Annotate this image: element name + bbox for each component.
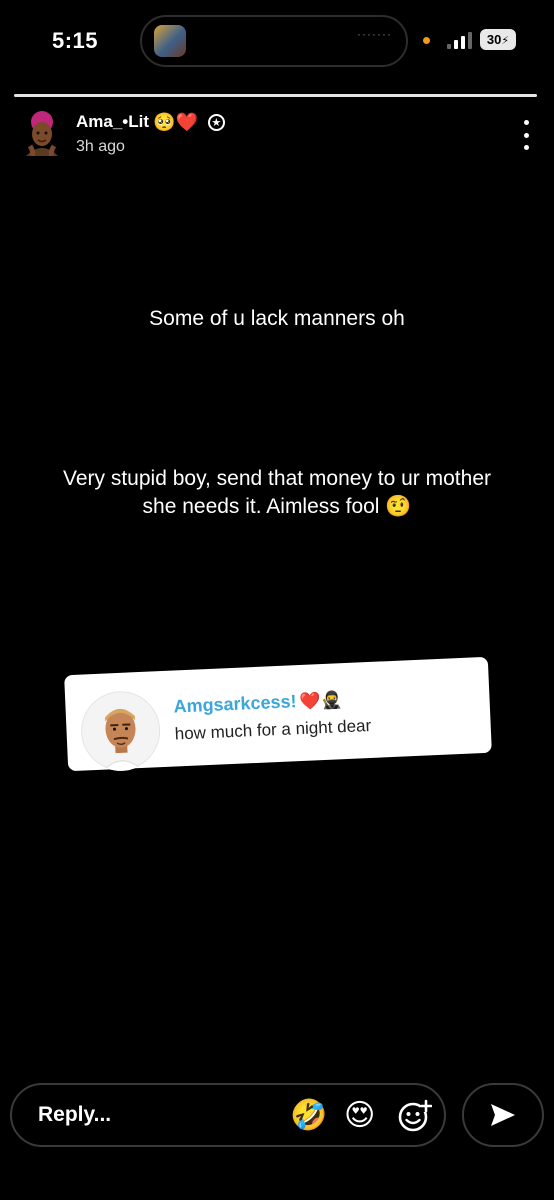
more-dot-icon bbox=[523, 120, 529, 125]
reply-input[interactable]: Reply... bbox=[38, 1103, 111, 1127]
poster-avatar[interactable] bbox=[20, 110, 64, 158]
rofl-emoji-icon: 🤣 bbox=[290, 1099, 328, 1132]
story-viewer: 5:15 ······· 30⚡ Ama_•Lit 🥺❤️ ★ 3h ago S… bbox=[0, 0, 554, 1200]
story-progress-fill bbox=[14, 94, 537, 97]
reply-author-emojis: ❤️🥷 bbox=[299, 689, 343, 711]
signal-icon bbox=[447, 29, 475, 49]
quoted-reply-card: Amgsarkcess! ❤️🥷 how much for a night de… bbox=[64, 656, 492, 773]
reply-author-name-row: Amgsarkcess! ❤️🥷 bbox=[173, 689, 342, 717]
poster-username: Ama_•Lit bbox=[76, 112, 150, 131]
send-arrow-icon bbox=[491, 1104, 515, 1126]
raised-eyebrow-emoji-icon: 🤨 bbox=[385, 495, 412, 518]
mic-indicator-icon bbox=[423, 37, 430, 44]
story-caption-2-line-2: she needs it. Aimless fool 🤨 bbox=[0, 493, 554, 521]
poster-name-row[interactable]: Ama_•Lit 🥺❤️ ★ bbox=[76, 112, 225, 132]
story-caption-2-line-1: Very stupid boy, send that money to ur m… bbox=[62, 467, 491, 490]
now-playing-thumbnail bbox=[154, 25, 186, 57]
heart-eyes-emoji-button[interactable]: 😍 bbox=[344, 1098, 380, 1134]
status-time: 5:15 bbox=[52, 28, 99, 53]
star-badge-icon: ★ bbox=[207, 113, 225, 131]
reply-bar[interactable]: Reply... 🤣 😍 bbox=[10, 1083, 446, 1147]
heart-eyes-emoji-icon: 😍 bbox=[344, 1099, 376, 1132]
story-caption-2: Very stupid boy, send that money to ur m… bbox=[0, 465, 554, 521]
more-options-button[interactable] bbox=[520, 120, 532, 150]
post-timestamp: 3h ago bbox=[76, 138, 125, 155]
story-caption-1: Some of u lack manners oh bbox=[149, 307, 405, 330]
island-dots: ······· bbox=[357, 27, 392, 41]
battery-icon: 30⚡ bbox=[480, 29, 516, 50]
send-button[interactable] bbox=[462, 1083, 544, 1147]
more-dot-icon bbox=[523, 145, 529, 150]
reply-author-avatar bbox=[78, 689, 163, 773]
reply-message: how much for a night dear bbox=[174, 715, 372, 744]
story-caption-2-line-2-text: she needs it. Aimless fool bbox=[142, 495, 380, 518]
poster-name-emojis: 🥺❤️ bbox=[153, 112, 198, 132]
add-reaction-icon bbox=[398, 1099, 433, 1132]
story-progress-bar bbox=[14, 94, 537, 97]
reply-author-name: Amgsarkcess! bbox=[173, 691, 297, 717]
dynamic-island[interactable]: ······· bbox=[140, 15, 408, 67]
more-dot-icon bbox=[523, 132, 529, 138]
battery-level: 30 bbox=[486, 32, 502, 47]
add-reaction-button[interactable] bbox=[396, 1098, 433, 1134]
rofl-emoji-button[interactable]: 🤣 bbox=[290, 1098, 328, 1134]
